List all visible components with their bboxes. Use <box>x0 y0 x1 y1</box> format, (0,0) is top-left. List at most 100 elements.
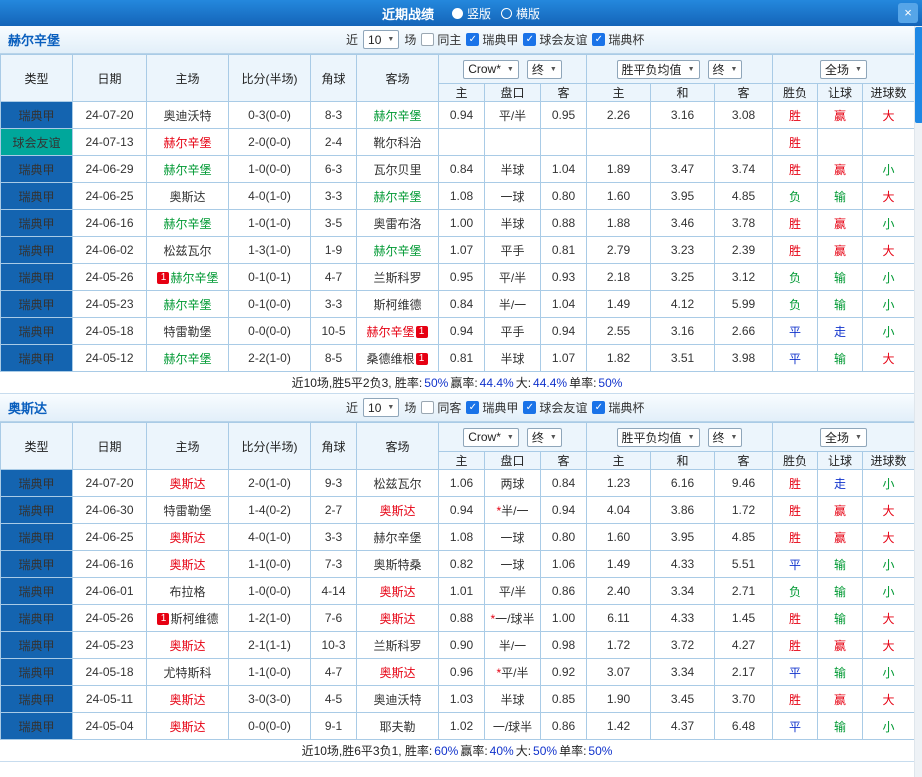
team-link[interactable]: 奥斯达 <box>169 531 205 545</box>
team-link[interactable]: 布拉格 <box>169 585 205 599</box>
layout-horizontal-radio[interactable]: 横版 <box>501 5 540 22</box>
fullmatch-select[interactable]: 全场 ▼ <box>820 427 867 447</box>
team-link[interactable]: 奥斯达 <box>169 639 205 653</box>
team-link[interactable]: 松兹瓦尔 <box>163 244 211 258</box>
col-away: 客场 <box>356 54 439 102</box>
score-cell: 2-1(1-1) <box>228 631 311 659</box>
home-team-cell: 赫尔辛堡 <box>146 128 229 156</box>
euro-draw-odds: 3.46 <box>650 209 715 237</box>
team-link[interactable]: 赫尔辛堡 <box>373 109 421 123</box>
team-link[interactable]: 奥斯达 <box>169 693 205 707</box>
team-link[interactable]: 靴尔科治 <box>373 136 421 150</box>
team-link[interactable]: 特雷勒堡 <box>163 325 211 339</box>
team-link[interactable]: 赫尔辛堡 <box>373 190 421 204</box>
col-euro-away: 客 <box>713 83 774 102</box>
team-link[interactable]: 赫尔辛堡 <box>373 244 421 258</box>
scrollbar[interactable] <box>914 26 922 777</box>
team-link[interactable]: 奥斯达 <box>169 477 205 491</box>
team-link[interactable]: 赫尔辛堡 <box>163 352 211 366</box>
team-link[interactable]: 奥斯达 <box>379 504 415 518</box>
team-link[interactable]: 奥斯特桑 <box>373 558 421 572</box>
euro-away-odds: 2.66 <box>713 317 774 345</box>
team-link[interactable]: 耶夫勒 <box>379 720 415 734</box>
team-link[interactable]: 奥斯达 <box>169 190 205 204</box>
summary-part: 50% <box>424 375 449 390</box>
same-venue-filter[interactable]: 同客 <box>421 399 461 416</box>
team-link[interactable]: 尤特斯科 <box>163 666 211 680</box>
team-link[interactable]: 赫尔辛堡 <box>170 271 218 285</box>
league-filter-2[interactable]: ✓ 瑞典杯 <box>592 31 644 48</box>
team-link[interactable]: 特雷勒堡 <box>163 504 211 518</box>
home-team-cell: 奥斯达 <box>146 712 229 740</box>
corner-cell: 4-5 <box>310 685 357 713</box>
league-filter-0[interactable]: ✓ 瑞典甲 <box>466 31 518 48</box>
final-odds-select-2[interactable]: 终 ▼ <box>707 427 743 447</box>
team-link[interactable]: 斯柯维德 <box>373 298 421 312</box>
same-venue-filter[interactable]: 同主 <box>421 31 461 48</box>
final-odds-select-2[interactable]: 终 ▼ <box>707 59 743 79</box>
team-link[interactable]: 奥雷布洛 <box>373 217 421 231</box>
goals-result-cell: 小 <box>862 550 916 578</box>
league-filter-1[interactable]: ✓ 球会友谊 <box>523 31 587 48</box>
asia-home-odds: 0.94 <box>438 101 485 129</box>
team-link[interactable]: 兰斯科罗 <box>373 639 421 653</box>
team-link[interactable]: 赫尔辛堡 <box>366 325 414 339</box>
team-name[interactable]: 奥斯达 <box>8 398 47 417</box>
asia-away-odds: 1.00 <box>540 604 587 632</box>
handicap-result-cell: 赢 <box>817 209 864 237</box>
final-odds-select[interactable]: 终 ▼ <box>526 59 562 79</box>
team-link[interactable]: 赫尔辛堡 <box>163 217 211 231</box>
team-link[interactable]: 奥迪沃特 <box>163 109 211 123</box>
score-cell: 4-0(1-0) <box>228 523 311 551</box>
league-checkbox-checked[interactable]: ✓ <box>592 401 606 414</box>
team-link[interactable]: 奥迪沃特 <box>373 693 421 707</box>
team-link[interactable]: 赫尔辛堡 <box>373 531 421 545</box>
euro-draw-odds: 3.16 <box>650 101 715 129</box>
team-link[interactable]: 赫尔辛堡 <box>163 163 211 177</box>
league-checkbox-checked[interactable]: ✓ <box>592 33 606 46</box>
near-label: 近 <box>346 33 359 47</box>
bookmaker-select[interactable]: Crow* ▼ <box>463 427 519 447</box>
team-link[interactable]: 奥斯达 <box>169 720 205 734</box>
red-card-badge: 1 <box>157 613 170 626</box>
same-venue-checkbox[interactable] <box>421 33 435 46</box>
league-cell: 瑞典甲 <box>0 182 73 210</box>
league-filter-2[interactable]: ✓ 瑞典杯 <box>592 399 644 416</box>
team-name[interactable]: 赫尔辛堡 <box>8 30 60 49</box>
team-link[interactable]: 奥斯达 <box>169 558 205 572</box>
same-venue-checkbox[interactable] <box>421 401 435 414</box>
match-count-select[interactable]: 10 ▼ <box>363 30 400 49</box>
corner-cell: 9-1 <box>310 712 357 740</box>
wdl-average-select[interactable]: 胜平负均值 ▼ <box>616 427 700 447</box>
match-count-select[interactable]: 10 ▼ <box>363 398 400 417</box>
final-odds-select[interactable]: 终 ▼ <box>526 427 562 447</box>
scrollbar-thumb[interactable] <box>915 27 922 123</box>
league-filter-0[interactable]: ✓ 瑞典甲 <box>466 399 518 416</box>
team-link[interactable]: 奥斯达 <box>379 612 415 626</box>
team-link[interactable]: 桑德维根 <box>366 352 414 366</box>
team-link[interactable]: 兰斯科罗 <box>373 271 421 285</box>
team-link[interactable]: 松兹瓦尔 <box>373 477 421 491</box>
team-link[interactable]: 瓦尔贝里 <box>373 163 421 177</box>
asia-home-odds: 1.03 <box>438 685 485 713</box>
team-link[interactable]: 赫尔辛堡 <box>163 136 211 150</box>
fullmatch-select[interactable]: 全场 ▼ <box>820 59 867 79</box>
asia-home-odds: 1.07 <box>438 236 485 264</box>
handicap-result-cell: 输 <box>817 712 864 740</box>
league-checkbox-checked[interactable]: ✓ <box>523 401 537 414</box>
team-link[interactable]: 赫尔辛堡 <box>163 298 211 312</box>
team-link[interactable]: 奥斯达 <box>379 585 415 599</box>
close-icon[interactable]: × <box>898 3 918 23</box>
layout-vertical-radio[interactable]: 竖版 <box>451 5 491 22</box>
bookmaker-select[interactable]: Crow* ▼ <box>463 59 519 79</box>
match-row: 球会友谊 24-07-13 赫尔辛堡 2-0(0-0) 2-4 靴尔科治 胜 <box>0 128 916 156</box>
league-checkbox-checked[interactable]: ✓ <box>523 33 537 46</box>
team-link[interactable]: 斯柯维德 <box>170 612 218 626</box>
team-link[interactable]: 奥斯达 <box>379 666 415 680</box>
league-checkbox-checked[interactable]: ✓ <box>466 401 480 414</box>
asia-away-odds: 1.04 <box>540 290 587 318</box>
league-filter-1[interactable]: ✓ 球会友谊 <box>523 399 587 416</box>
wdl-average-select[interactable]: 胜平负均值 ▼ <box>616 59 700 79</box>
league-checkbox-checked[interactable]: ✓ <box>466 33 480 46</box>
corner-cell: 10-3 <box>310 631 357 659</box>
